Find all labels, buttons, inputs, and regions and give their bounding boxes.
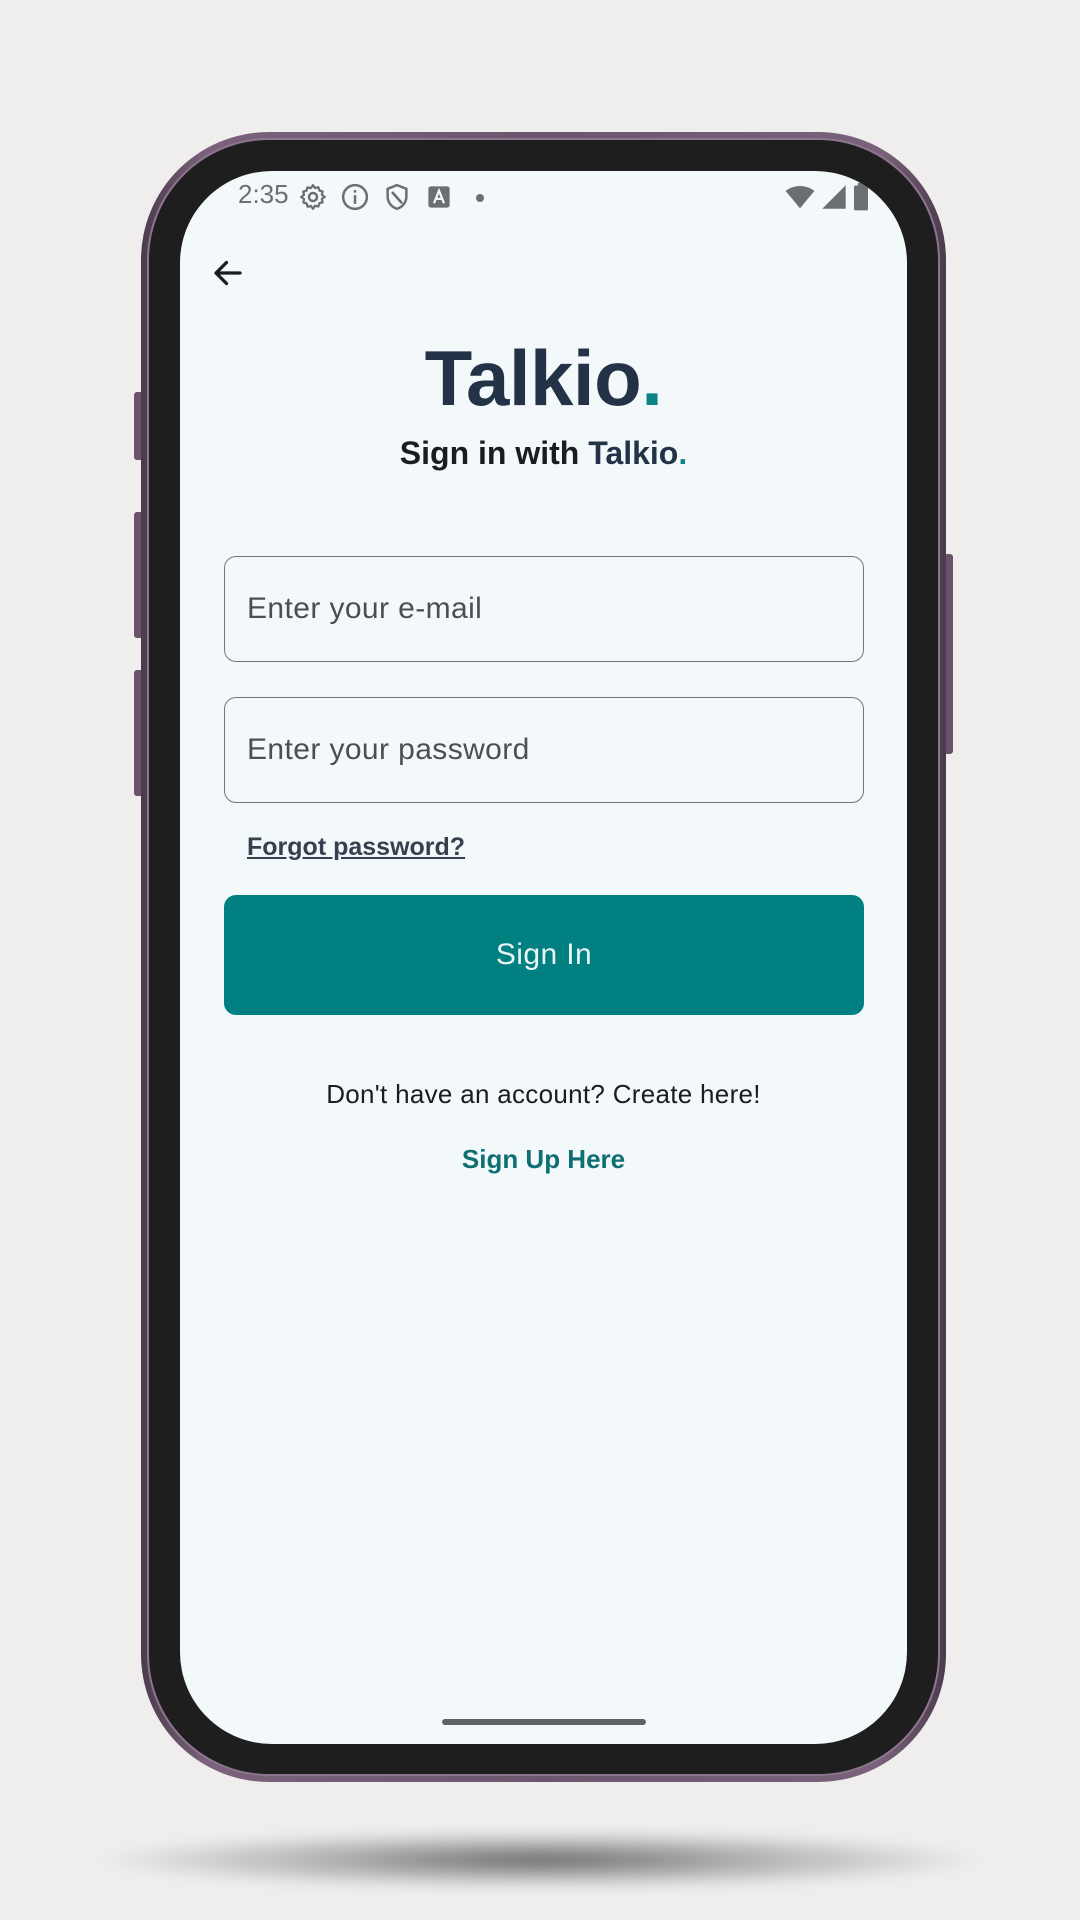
page-subtitle: Sign in with Talkio.: [180, 435, 907, 472]
no-account-text: Don't have an account? Create here!: [326, 1079, 761, 1109]
subtitle-prefix: Sign in with: [399, 435, 589, 471]
sign-up-link[interactable]: Sign Up Here: [180, 1144, 907, 1175]
back-button[interactable]: [202, 247, 254, 299]
subtitle-dot: .: [678, 435, 688, 471]
email-input[interactable]: [247, 592, 863, 626]
font-icon: [424, 182, 454, 212]
device-mockup: 2:35 Talkio. Sign in with Talkio. Enter …: [0, 0, 1080, 1920]
email-field[interactable]: [224, 556, 864, 662]
app-logo-title: Talkio.: [180, 333, 907, 424]
status-bar: 2:35: [180, 171, 907, 221]
gear-icon: [298, 182, 328, 212]
wifi-icon: [785, 184, 815, 215]
home-indicator[interactable]: [442, 1719, 646, 1725]
battery-icon: [853, 183, 869, 216]
app-screen: 2:35 Talkio. Sign in with Talkio. Enter …: [180, 171, 907, 1744]
password-input[interactable]: [247, 733, 863, 767]
sign-in-button[interactable]: Sign In: [224, 895, 864, 1015]
signal-icon: [821, 184, 847, 215]
forgot-password-link[interactable]: Forgot password?: [247, 833, 465, 862]
password-field[interactable]: [224, 697, 864, 803]
subtitle-brand: Talkio: [588, 435, 679, 471]
shield-icon: [382, 182, 412, 212]
sign-up-link-label: Sign Up Here: [461, 1144, 626, 1174]
brand-name: Talkio: [424, 334, 642, 422]
info-icon: [340, 182, 370, 212]
status-time: 2:35: [238, 179, 289, 209]
sign-in-button-label: Sign In: [495, 938, 593, 971]
device-shadow: [90, 1830, 990, 1890]
brand-dot: .: [641, 334, 663, 422]
status-icons-right: [785, 183, 869, 216]
arrow-left-icon: [214, 260, 242, 286]
status-icons-left: [298, 182, 466, 212]
notification-dot: [476, 194, 484, 202]
